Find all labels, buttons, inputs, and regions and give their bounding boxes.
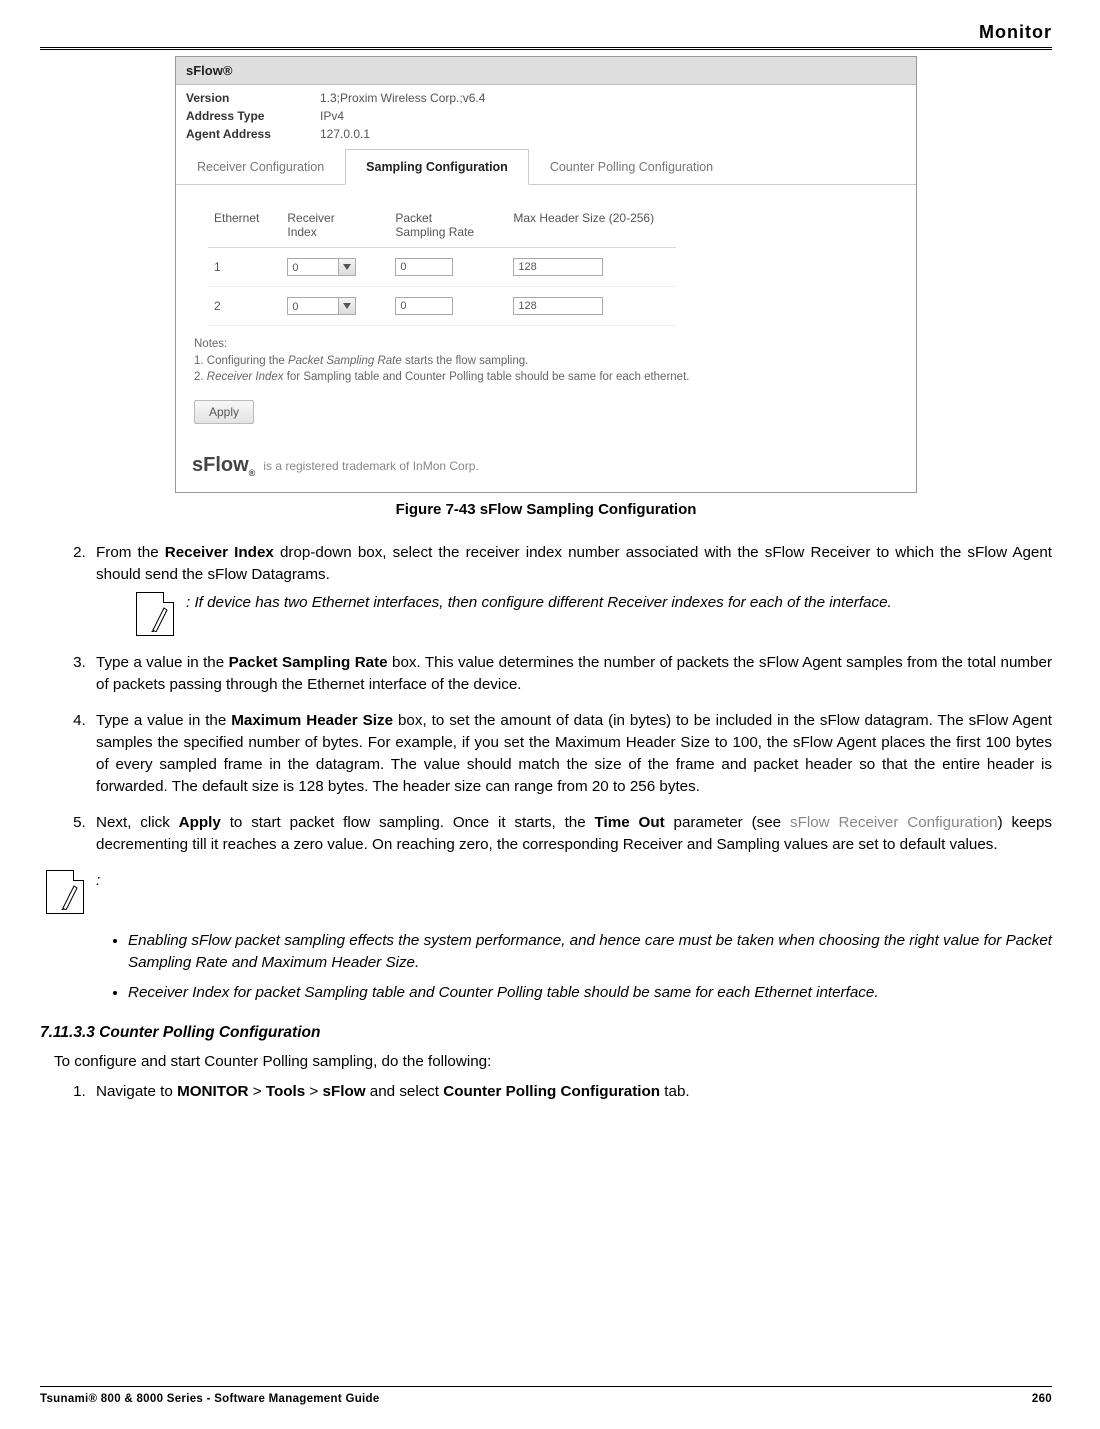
header-rule: [40, 47, 1052, 50]
note-text: Receiver Index: [207, 371, 284, 383]
info-table: Version 1.3;Proxim Wireless Corp.;v6.4 A…: [184, 89, 495, 143]
notes-title: Notes:: [194, 336, 898, 353]
link-sflow-receiver-configuration[interactable]: sFlow Receiver Configuration: [790, 814, 998, 831]
note-bullets: Enabling sFlow packet sampling effects t…: [110, 930, 1052, 1004]
table-row: 1 0: [208, 248, 676, 287]
step-5: Next, click Apply to start packet flow s…: [90, 812, 1052, 856]
step-2: From the Receiver Index drop-down box, s…: [90, 542, 1052, 636]
step-3: Type a value in the Packet Sampling Rate…: [90, 652, 1052, 696]
table-row: 2 0: [208, 287, 676, 326]
col-max-header-size: Max Header Size (20-256): [507, 203, 676, 248]
tab-sampling-configuration[interactable]: Sampling Configuration: [345, 149, 529, 185]
step-text: From the: [96, 544, 165, 561]
tab-bar: Receiver Configuration Sampling Configur…: [176, 149, 916, 185]
figure-caption: Figure 7-43 sFlow Sampling Configuration: [40, 501, 1052, 518]
note-text: Packet Sampling Rate: [288, 355, 402, 367]
page-footer: Tsunami® 800 & 8000 Series - Software Ma…: [40, 1386, 1052, 1405]
panel-titlebar: sFlow®: [176, 57, 916, 85]
note-text: starts the flow sampling.: [402, 355, 529, 367]
receiver-index-value: 0: [288, 298, 338, 314]
cell-ethernet: 1: [208, 248, 281, 287]
note-icon: [136, 592, 174, 636]
breadcrumb-counter-polling: Counter Polling Configuration: [443, 1083, 660, 1100]
packet-sampling-rate-input[interactable]: [395, 258, 453, 276]
footer-title: Tsunami® 800 & 8000 Series - Software Ma…: [40, 1393, 380, 1405]
label-address-type: Address Type: [184, 107, 318, 125]
note-colon: :: [96, 870, 100, 892]
footer-rule: [40, 1386, 1052, 1387]
label-agent-address: Agent Address: [184, 125, 318, 143]
term-receiver-index: Receiver Index: [165, 544, 274, 561]
col-ethernet: Ethernet: [208, 203, 281, 248]
note-text: for Sampling table and Counter Polling t…: [284, 371, 690, 383]
step-text: parameter (see: [665, 814, 790, 831]
step-4: Type a value in the Maximum Header Size …: [90, 710, 1052, 798]
max-header-size-input[interactable]: [513, 258, 603, 276]
step-text: Type a value in the: [96, 712, 231, 729]
note-text: 2.: [194, 371, 207, 383]
bullet-item: Enabling sFlow packet sampling effects t…: [128, 930, 1052, 974]
panel-notes: Notes: 1. Configuring the Packet Samplin…: [176, 336, 916, 390]
page-header-title: Monitor: [40, 22, 1052, 43]
apply-button[interactable]: Apply: [194, 400, 254, 424]
step-text: >: [305, 1083, 322, 1100]
trademark-text: is a registered trademark of InMon Corp.: [263, 459, 478, 473]
step-text: to start packet flow sampling. Once it s…: [221, 814, 595, 831]
step-text: >: [249, 1083, 266, 1100]
term-apply: Apply: [179, 814, 221, 831]
section-heading: 7.11.3.3 Counter Polling Configuration: [40, 1022, 1052, 1044]
col-receiver-index: Receiver Index: [281, 203, 389, 248]
trademark-line: sFlow® is a registered trademark of InMo…: [176, 424, 916, 492]
term-time-out: Time Out: [595, 814, 665, 831]
step-text: Next, click: [96, 814, 179, 831]
max-header-size-input[interactable]: [513, 297, 603, 315]
step-text: Type a value in the: [96, 654, 229, 671]
value-agent-address: 127.0.0.1: [318, 125, 495, 143]
step-text: and select: [366, 1083, 444, 1100]
chevron-down-icon: [338, 298, 355, 314]
receiver-index-value: 0: [288, 259, 338, 275]
sflow-panel: sFlow® Version 1.3;Proxim Wireless Corp.…: [175, 56, 917, 493]
col-packet-sampling-rate: Packet Sampling Rate: [389, 203, 507, 248]
step-text: tab.: [660, 1083, 690, 1100]
note-text: : If device has two Ethernet interfaces,…: [186, 592, 892, 614]
step-text: Navigate to: [96, 1083, 177, 1100]
bullet-item: Receiver Index for packet Sampling table…: [128, 982, 1052, 1004]
packet-sampling-rate-input[interactable]: [395, 297, 453, 315]
section-step-1: Navigate to MONITOR > Tools > sFlow and …: [90, 1081, 1052, 1103]
label-version: Version: [184, 89, 318, 107]
sflow-logo: sFlow®: [192, 454, 255, 478]
cell-ethernet: 2: [208, 287, 281, 326]
term-packet-sampling-rate: Packet Sampling Rate: [229, 654, 388, 671]
breadcrumb-monitor: MONITOR: [177, 1083, 248, 1100]
note-text: 1. Configuring the: [194, 355, 288, 367]
breadcrumb-sflow: sFlow: [323, 1083, 366, 1100]
receiver-index-select[interactable]: 0: [287, 258, 356, 276]
page-number: 260: [1032, 1393, 1052, 1405]
note-icon: [46, 870, 84, 914]
value-address-type: IPv4: [318, 107, 495, 125]
chevron-down-icon: [338, 259, 355, 275]
breadcrumb-tools: Tools: [266, 1083, 305, 1100]
value-version: 1.3;Proxim Wireless Corp.;v6.4: [318, 89, 495, 107]
tab-receiver-configuration[interactable]: Receiver Configuration: [176, 149, 345, 184]
section-intro: To configure and start Counter Polling s…: [54, 1051, 1052, 1073]
tab-counter-polling-configuration[interactable]: Counter Polling Configuration: [529, 149, 734, 184]
term-maximum-header-size: Maximum Header Size: [231, 712, 393, 729]
sampling-grid: Ethernet Receiver Index Packet Sampling …: [208, 203, 676, 326]
receiver-index-select[interactable]: 0: [287, 297, 356, 315]
